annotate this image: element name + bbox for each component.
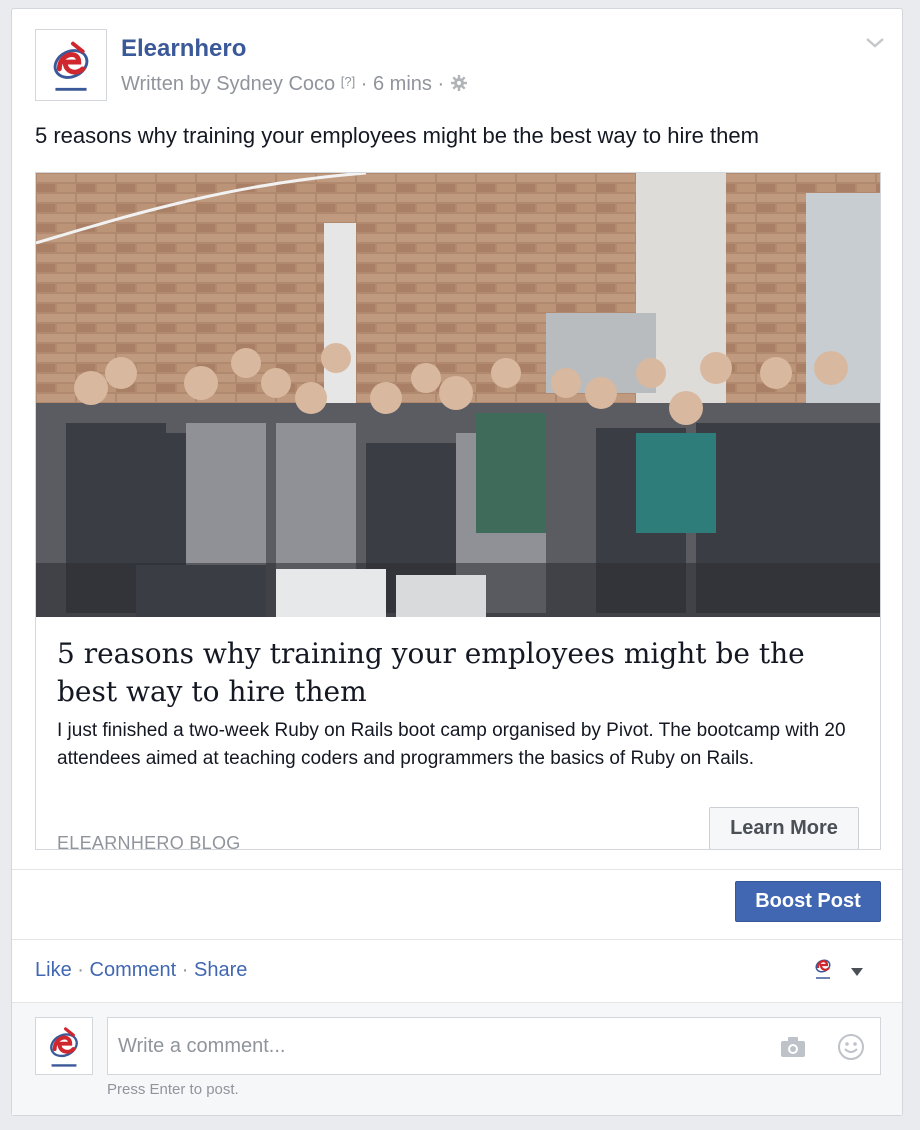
action-separator: · — [77, 959, 84, 981]
action-bar: Like · Comment · Share — [35, 959, 247, 982]
link-title[interactable]: 5 reasons why training your employees mi… — [57, 635, 847, 711]
comment-box[interactable] — [107, 1017, 881, 1075]
link-preview[interactable]: 5 reasons why training your employees mi… — [35, 172, 881, 850]
gear-icon[interactable] — [450, 74, 468, 92]
author-line[interactable]: Written by Sydney Coco — [121, 73, 335, 95]
elearnhero-logo-icon — [53, 41, 89, 91]
comment-input[interactable] — [118, 1032, 758, 1060]
meta-separator: · — [437, 73, 445, 95]
post-meta: Written by Sydney Coco [?] · 6 mins · — [121, 73, 468, 96]
link-description: I just finished a two-week Ruby on Rails… — [57, 720, 846, 769]
like-link[interactable]: Like — [35, 959, 72, 981]
divider — [12, 869, 902, 870]
press-enter-hint: Press Enter to post. — [107, 1081, 239, 1098]
post-timestamp[interactable]: 6 mins — [373, 73, 432, 95]
link-domain: ELEARNHERO BLOG — [57, 833, 241, 850]
elearnhero-logo-icon — [50, 1027, 78, 1067]
action-separator: · — [181, 959, 189, 981]
page-avatar[interactable] — [35, 29, 107, 101]
comment-link[interactable]: Comment — [90, 959, 177, 981]
page-name-link[interactable]: Elearnhero — [121, 35, 246, 63]
learn-more-button[interactable]: Learn More — [709, 807, 859, 849]
link-image[interactable] — [36, 173, 880, 617]
post-as-page-icon[interactable] — [812, 955, 834, 981]
chevron-down-icon[interactable] — [864, 35, 886, 51]
boost-post-button[interactable]: Boost Post — [735, 881, 881, 922]
caret-down-icon[interactable] — [850, 964, 864, 976]
share-link[interactable]: Share — [194, 959, 247, 981]
post-header: Elearnhero Written by Sydney Coco [?] · … — [35, 29, 895, 109]
camera-icon[interactable] — [779, 1035, 807, 1059]
smiley-icon[interactable] — [837, 1033, 865, 1061]
group-photo-image — [36, 173, 880, 617]
help-marker[interactable]: [?] — [341, 74, 355, 89]
post-message: 5 reasons why training your employees mi… — [35, 123, 759, 148]
divider — [12, 1002, 902, 1003]
divider — [12, 939, 902, 940]
commenter-avatar[interactable] — [35, 1017, 93, 1075]
post-card: Elearnhero Written by Sydney Coco [?] · … — [11, 8, 903, 1116]
comment-composer: Press Enter to post. — [12, 1002, 902, 1115]
meta-separator: · — [360, 73, 368, 95]
